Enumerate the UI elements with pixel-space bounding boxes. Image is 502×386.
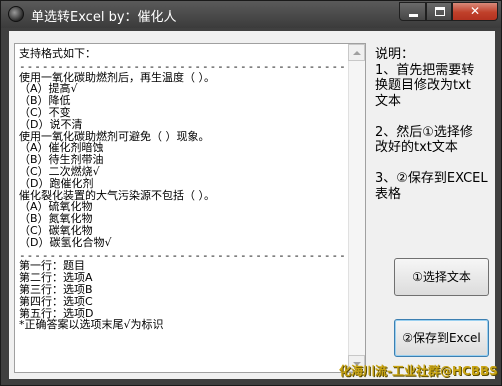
editor-line: 第四行：选项C: [19, 294, 93, 308]
minimize-icon: [409, 14, 418, 17]
minimize-button[interactable]: [399, 2, 426, 21]
app-icon: [8, 6, 24, 22]
maximize-button[interactable]: [426, 2, 452, 21]
editor-line: *正确答案以选项末尾√为标识: [19, 318, 164, 332]
scroll-up-button[interactable]: [348, 44, 365, 61]
window-title: 单选转Excel by：催化人: [31, 10, 177, 25]
editor-line: （D）说不清: [19, 117, 83, 131]
instruction-line: 说明：: [375, 47, 415, 62]
close-icon: ✕: [469, 4, 481, 18]
select-text-button[interactable]: ①选择文本: [394, 258, 489, 296]
maximize-icon: [435, 7, 445, 16]
app-window: 单选转Excel by：催化人 ✕ 支持格式如下： ---------------…: [0, 0, 502, 386]
chevron-up-icon: [353, 51, 361, 55]
instruction-line: 文本: [375, 93, 402, 109]
editor-line: 支持格式如下：: [19, 47, 96, 60]
instruction-line: 表格: [375, 186, 402, 202]
instruction-line: 3、②保存到EXCEL: [375, 171, 488, 186]
instruction-line: 2、然后①选择修: [375, 124, 473, 140]
instruction-line: 1、首先把需要转: [375, 62, 475, 78]
watermark: 化海川流-工业社群@HCBBS: [339, 364, 498, 378]
client-area: 支持格式如下： ---------------------------------…: [9, 31, 498, 379]
close-button[interactable]: ✕: [452, 2, 498, 21]
question-text-area[interactable]: 支持格式如下： ---------------------------------…: [14, 43, 366, 373]
instruction-line: 换题目修改为txt: [375, 78, 471, 93]
title-bar[interactable]: 单选转Excel by：催化人 ✕: [1, 1, 501, 28]
save-excel-button[interactable]: ②保存到Excel: [394, 319, 489, 357]
scrollbar-track[interactable]: [348, 61, 365, 355]
editor-line: （D）碳氢化合物√: [19, 235, 112, 249]
instruction-line: 改好的txt文本: [375, 140, 458, 155]
editor-line: （D）跑催化剂: [19, 176, 94, 190]
